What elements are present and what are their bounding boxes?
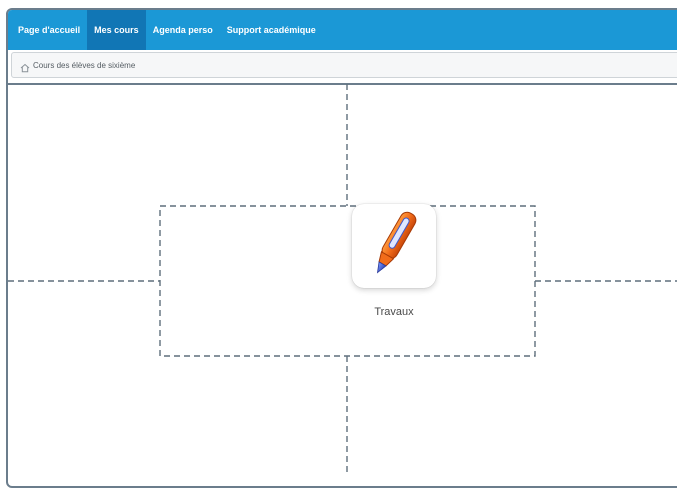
dashed-center-box xyxy=(159,205,536,357)
pen-icon xyxy=(364,207,424,286)
dashed-layout-diagram xyxy=(8,84,677,472)
travaux-app-label[interactable]: Travaux xyxy=(330,306,458,318)
travaux-app-tile[interactable] xyxy=(352,204,436,288)
